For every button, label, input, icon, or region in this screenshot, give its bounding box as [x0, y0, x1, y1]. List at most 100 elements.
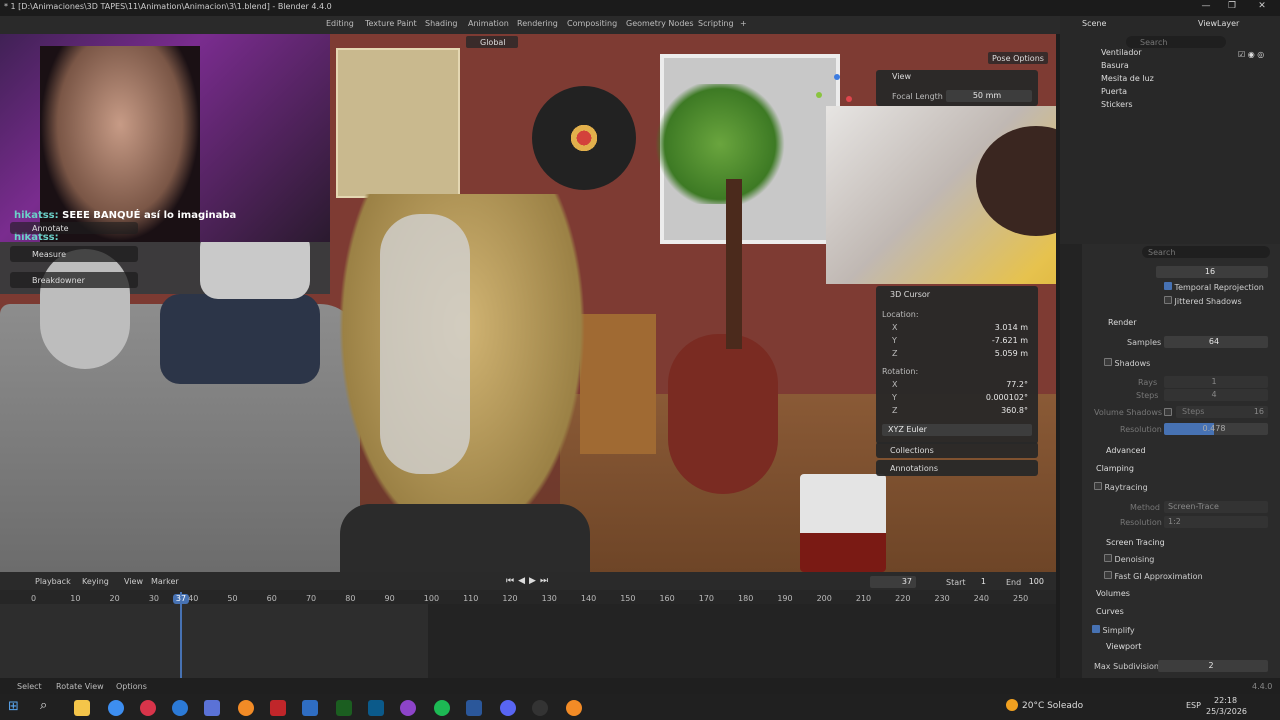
location-y-field[interactable]: -7.621 m — [912, 335, 1032, 347]
edge-icon[interactable] — [172, 700, 188, 716]
fast-gi-header[interactable]: Fast GI Approximation — [1104, 571, 1244, 584]
curves-header[interactable]: Curves — [1096, 607, 1124, 616]
clock-date[interactable]: 25/3/2026 — [1206, 707, 1247, 716]
method-dropdown[interactable]: Screen-Trace — [1164, 501, 1268, 513]
eye-icon[interactable]: ☑ ◉ ◎ — [1238, 50, 1264, 59]
samples-field[interactable]: 64 — [1164, 336, 1268, 348]
blender-icon[interactable] — [238, 700, 254, 716]
app-icon[interactable] — [400, 700, 416, 716]
outliner-search-input[interactable]: Search — [1126, 36, 1226, 48]
tool-breakdowner[interactable]: Breakdowner — [10, 272, 138, 288]
minimize-icon[interactable]: — — [1196, 1, 1216, 15]
tab-geometry-nodes[interactable]: Geometry Nodes — [626, 19, 693, 28]
photos-icon[interactable] — [302, 700, 318, 716]
word-icon[interactable] — [466, 700, 482, 716]
rays-field[interactable]: 1 — [1164, 376, 1268, 388]
rt-resolution-dropdown[interactable]: 1:2 — [1164, 516, 1268, 528]
rotation-y-field[interactable]: 0.000102° — [912, 392, 1032, 404]
language-label[interactable]: ESP — [1186, 701, 1201, 710]
location-z-field[interactable]: 5.059 m — [912, 348, 1032, 360]
focal-length-field[interactable]: 50 mm — [946, 90, 1032, 102]
viewport-subheader[interactable]: Viewport — [1106, 642, 1141, 651]
keying-menu[interactable]: Keying — [82, 577, 109, 586]
tab-shading[interactable]: Shading — [425, 19, 458, 28]
start-field[interactable]: 1 — [970, 576, 990, 588]
resolution-slider[interactable]: 0.478 — [1164, 423, 1268, 435]
tool-measure[interactable]: Measure — [10, 246, 138, 262]
tab-compositing[interactable]: Compositing — [567, 19, 617, 28]
temporal-reprojection-checkbox[interactable]: Temporal Reprojection — [1164, 282, 1274, 295]
file-explorer-icon[interactable] — [74, 700, 90, 716]
clamping-header[interactable]: Clamping — [1096, 464, 1134, 473]
max-subdivision-field[interactable]: 2 — [1158, 660, 1268, 672]
tool-annotate[interactable]: Annotate — [10, 222, 138, 234]
rotation-x-row[interactable]: X 77.2° — [882, 379, 1032, 391]
vscode-icon[interactable] — [368, 700, 384, 716]
playhead-label[interactable]: 37 — [173, 594, 189, 604]
screen-tracing-header[interactable]: Screen Tracing — [1106, 538, 1165, 547]
cursor-header[interactable]: 3D Cursor — [890, 290, 930, 299]
volume-shadows-checkbox[interactable] — [1164, 408, 1172, 416]
volume-steps-field[interactable]: Steps 16 — [1176, 406, 1268, 418]
chrome-icon[interactable] — [108, 700, 124, 716]
location-x-field[interactable]: 3.014 m — [912, 322, 1032, 334]
samples-top-field[interactable]: 16 — [1156, 266, 1268, 278]
end-field[interactable]: 100 — [1024, 576, 1048, 588]
video-app-icon[interactable] — [270, 700, 286, 716]
tab-rendering[interactable]: Rendering — [517, 19, 558, 28]
playback-controls[interactable]: ⏮◀▶⏭ — [506, 576, 576, 588]
tab-scripting[interactable]: Scripting — [698, 19, 734, 28]
collections-panel[interactable]: Collections — [876, 442, 1038, 458]
outliner-item[interactable]: Stickers — [1101, 100, 1133, 109]
view-layer-label[interactable]: ViewLayer — [1198, 19, 1239, 28]
add-workspace-button[interactable]: + — [740, 19, 747, 28]
denoising-header[interactable]: Denoising — [1104, 554, 1224, 567]
properties-search-input[interactable]: Search — [1142, 246, 1270, 258]
simplify-header[interactable]: Simplify — [1092, 625, 1212, 638]
raytracing-header[interactable]: Raytracing — [1094, 482, 1214, 495]
app-icon[interactable] — [204, 700, 220, 716]
location-y-row[interactable]: Y -7.621 m — [882, 335, 1032, 347]
current-frame-field[interactable]: 37 — [870, 576, 916, 588]
blender-active-icon[interactable] — [566, 700, 582, 716]
location-z-row[interactable]: Z 5.059 m — [882, 348, 1032, 360]
search-icon[interactable]: ⌕ — [40, 698, 47, 713]
close-icon[interactable]: ✕ — [1252, 1, 1272, 15]
3d-viewport[interactable]: hikatss: SEEE BANQUÉ así lo imaginaba hi… — [0, 34, 1056, 572]
maximize-icon[interactable]: ❐ — [1222, 1, 1242, 15]
orientation-dropdown[interactable]: Global — [466, 36, 518, 48]
scene-label[interactable]: Scene — [1082, 19, 1106, 28]
rotation-z-row[interactable]: Z 360.8° — [882, 405, 1032, 417]
render-header[interactable]: Render — [1108, 318, 1136, 327]
view-header[interactable]: View — [892, 72, 911, 81]
outliner-item[interactable]: Puerta — [1101, 87, 1127, 96]
outliner-item[interactable]: Ventilador — [1101, 48, 1142, 57]
rotation-x-field[interactable]: 77.2° — [912, 379, 1032, 391]
rotation-y-row[interactable]: Y 0.000102° — [882, 392, 1032, 404]
marker-menu[interactable]: Marker — [151, 577, 179, 586]
annotations-panel[interactable]: Annotations — [876, 460, 1038, 476]
rotation-mode-dropdown[interactable]: XYZ Euler — [882, 424, 1032, 436]
discord-icon[interactable] — [500, 700, 516, 716]
tab-animation[interactable]: Animation — [468, 19, 509, 28]
steps-field[interactable]: 4 — [1164, 389, 1268, 401]
jittered-shadows-checkbox[interactable]: Jittered Shadows — [1164, 296, 1274, 309]
opera-icon[interactable] — [140, 700, 156, 716]
properties-tabs[interactable] — [1060, 244, 1082, 678]
tab-editing[interactable]: Editing — [326, 19, 354, 28]
advanced-header[interactable]: Advanced — [1106, 446, 1146, 455]
outliner-item[interactable]: Basura — [1101, 61, 1129, 70]
playhead[interactable] — [180, 592, 182, 678]
visibility-column[interactable]: ☑ ◉ ◎ — [1238, 48, 1278, 238]
clock-time[interactable]: 22:18 — [1214, 696, 1237, 705]
rotation-z-field[interactable]: 360.8° — [912, 405, 1032, 417]
view-menu[interactable]: View — [124, 577, 143, 586]
tab-texture-paint[interactable]: Texture Paint — [365, 19, 417, 28]
pycharm-icon[interactable] — [336, 700, 352, 716]
pose-options-button[interactable]: Pose Options — [988, 52, 1048, 64]
shadows-header[interactable]: Shadows — [1104, 358, 1204, 371]
windows-start-icon[interactable]: ⊞ — [8, 699, 19, 714]
spotify-icon[interactable] — [434, 700, 450, 716]
obs-icon[interactable] — [532, 700, 548, 716]
weather-label[interactable]: 20°C Soleado — [1022, 701, 1083, 711]
